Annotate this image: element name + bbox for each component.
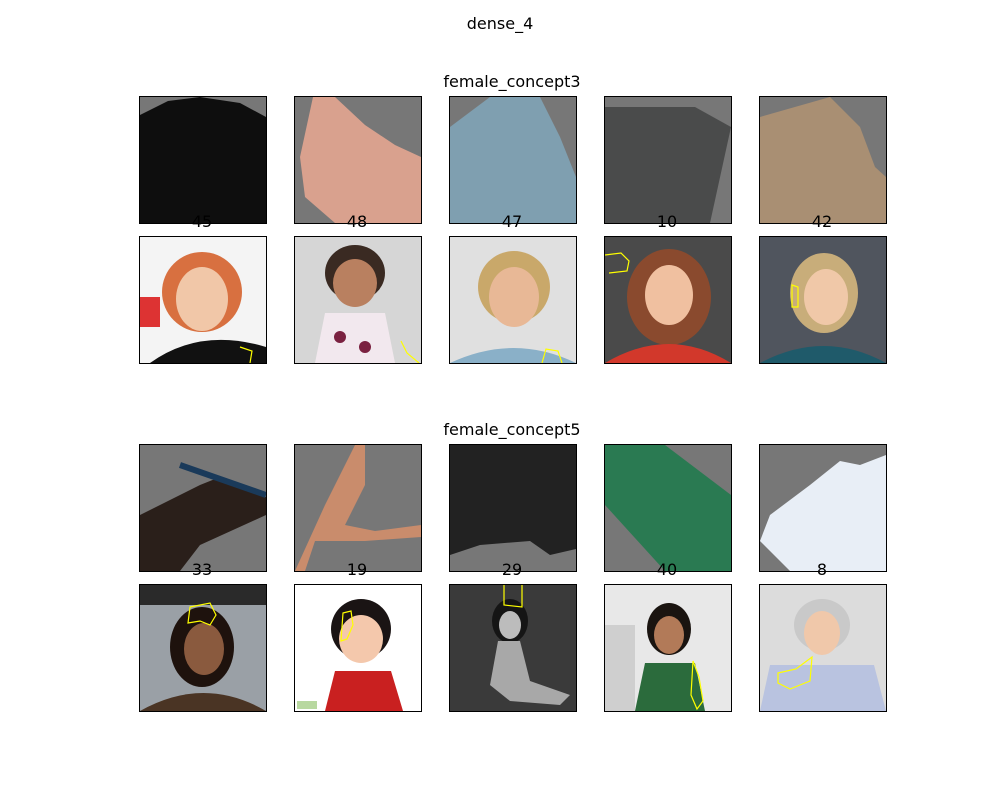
image-index-label: 8 [816, 560, 828, 579]
portrait-gray-hair-icon [760, 585, 886, 711]
image-index-label: 29 [501, 560, 523, 579]
sample-image [449, 236, 577, 364]
concept-patch [294, 444, 422, 572]
concept-patch [759, 444, 887, 572]
concept-patch [449, 444, 577, 572]
portrait-car-selfie-icon [140, 585, 266, 711]
image-index-label: 47 [501, 212, 523, 231]
image-index-label: 33 [191, 560, 213, 579]
group-title: female_concept5 [443, 420, 581, 439]
portrait-bw-icon [450, 585, 576, 711]
sample-image [449, 584, 577, 712]
group-title: female_concept3 [443, 72, 581, 91]
image-index-label: 10 [656, 212, 678, 231]
concept-patch [139, 96, 267, 224]
portrait-auburn-hair-icon [605, 237, 731, 363]
portrait-kitchen-icon [605, 585, 731, 711]
white-patch-icon [760, 445, 886, 571]
black-patch-icon [450, 445, 576, 571]
blue-patch-icon [450, 97, 576, 223]
portrait-toddler-icon [295, 585, 421, 711]
concept-patch [449, 96, 577, 224]
tan-patch-icon [760, 97, 886, 223]
sample-image [294, 236, 422, 364]
image-index-label: 42 [811, 212, 833, 231]
image-index-label: 40 [656, 560, 678, 579]
dark-hair-patch-icon [140, 445, 266, 571]
sample-image [294, 584, 422, 712]
image-index-label: 19 [346, 560, 368, 579]
portrait-child-icon [295, 237, 421, 363]
skin-patch-icon [295, 97, 421, 223]
concept-patch [604, 444, 732, 572]
concept-patch [759, 96, 887, 224]
sample-image [139, 584, 267, 712]
green-patch-icon [605, 445, 731, 571]
concept-patch [139, 444, 267, 572]
portrait-blonde-teal-icon [760, 237, 886, 363]
sample-image [604, 236, 732, 364]
portrait-blonde-icon [450, 237, 576, 363]
portrait-red-hair-icon [140, 237, 266, 363]
sample-image [759, 584, 887, 712]
concept-patch [604, 96, 732, 224]
sample-image [759, 236, 887, 364]
sample-image [604, 584, 732, 712]
sample-image [139, 236, 267, 364]
image-index-label: 48 [346, 212, 368, 231]
concept-patch [294, 96, 422, 224]
figure-title: dense_4 [466, 14, 534, 33]
skin-patch-icon [295, 445, 421, 571]
gray-patch-icon [605, 97, 731, 223]
dark-fabric-patch-icon [140, 97, 266, 223]
image-index-label: 45 [191, 212, 213, 231]
